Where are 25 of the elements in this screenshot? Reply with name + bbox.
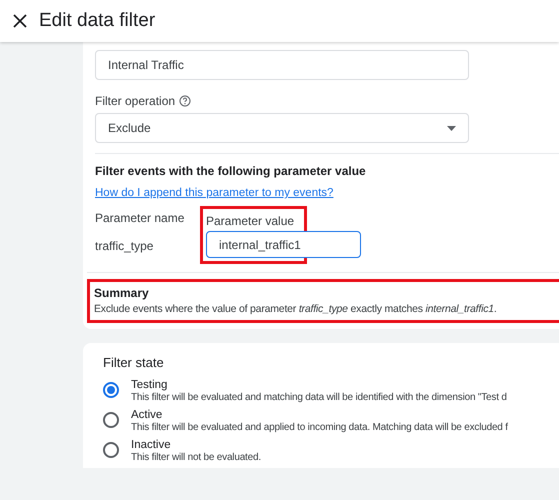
parameter-value-field[interactable]: internal_traffic1 [206,231,361,258]
option-description: This filter will be evaluated and applied to incoming data. Matching data will be excluded f [131,422,508,434]
radio-button[interactable] [103,442,119,458]
operation-dropdown[interactable]: Exclude [95,113,469,143]
radio-button[interactable] [103,412,119,428]
section-title: Filter state [103,354,165,372]
option-description: This filter will not be evaluated. [131,452,261,464]
radio-button[interactable] [103,382,119,398]
option-label: Inactive [131,438,172,452]
summary-title: Summary [94,285,150,302]
parameter-name: traffic_type [95,238,154,255]
column-label: Parameter name [95,210,186,227]
help-link[interactable]: How do I append this parameter to my events? [95,187,334,199]
option-description: This filter will be evaluated and matching data will be identified with the dimension "Test d [131,392,507,404]
option-label: Active [131,408,164,422]
section-heading: Filter events with the following parameter value [95,163,367,180]
name-input-field[interactable]: Internal Traffic [95,50,469,80]
summary-text: Exclude events where the value of parameter traffic_type exactly matches internal_traffic1. [94,302,498,317]
caret-icon [447,126,456,130]
field-label: Filter operation [95,93,176,110]
column-label: Parameter value [206,213,296,230]
close-icon[interactable] [13,14,27,28]
option-label: Testing [131,378,168,392]
page-title: Edit data filter [39,8,156,33]
help-icon[interactable] [179,95,192,107]
